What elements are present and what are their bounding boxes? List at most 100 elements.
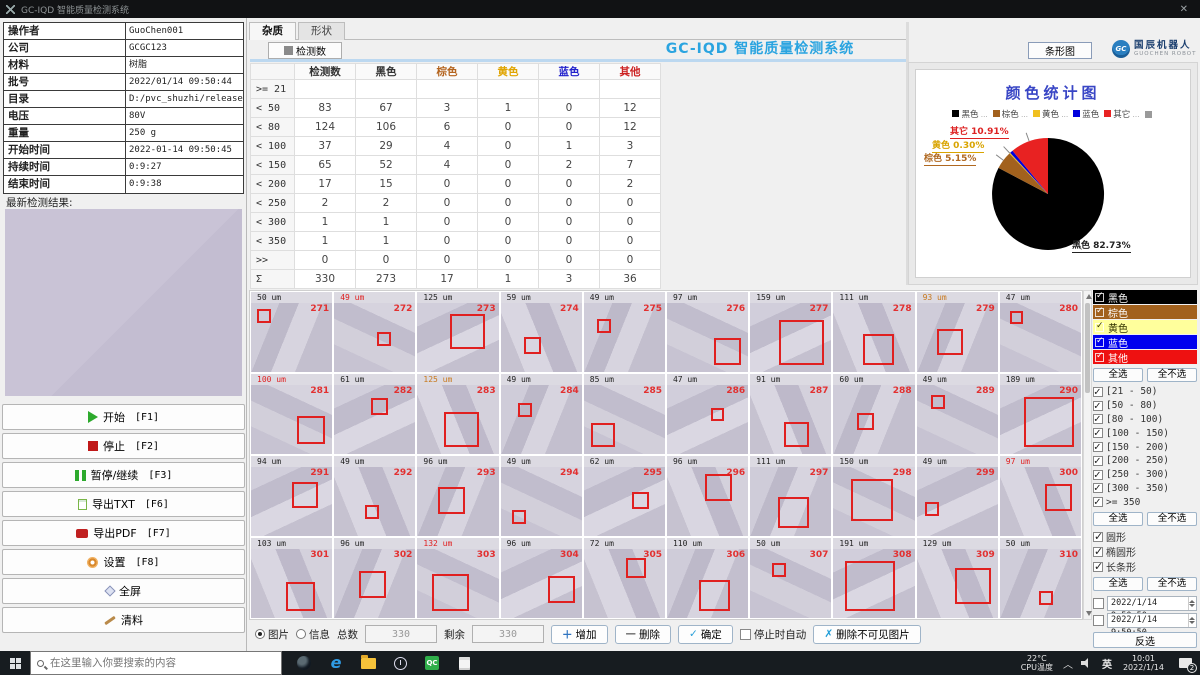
select-none-button[interactable]: 全不选 — [1147, 577, 1197, 591]
clock-app-icon[interactable] — [384, 651, 416, 675]
grid-tile[interactable]: 49 um275 — [584, 292, 665, 372]
invert-selection-button[interactable]: 反选 — [1093, 632, 1197, 648]
scrollbar-thumb[interactable] — [1085, 303, 1090, 393]
notepad-app-icon[interactable] — [448, 651, 480, 675]
color-filter-4[interactable]: 其他 — [1093, 350, 1197, 364]
grid-tile[interactable]: 85 um285 — [584, 374, 665, 454]
color-filter-3[interactable]: 蓝色 — [1093, 335, 1197, 349]
size-filter-6[interactable]: [250 - 300) — [1093, 468, 1197, 482]
browser-app-icon[interactable] — [288, 651, 320, 675]
shape-filter-0[interactable]: 圆形 — [1093, 529, 1197, 544]
grid-tile[interactable]: 111 um278 — [833, 292, 914, 372]
start-button[interactable] — [0, 651, 30, 675]
info-radio[interactable]: 信息 — [296, 627, 330, 642]
grid-tile[interactable]: 111 um297 — [750, 456, 831, 536]
cpu-temp-indicator[interactable]: 22°CCPU温度 — [1015, 654, 1059, 672]
grid-tile[interactable]: 50 um307 — [750, 538, 831, 618]
color-filter-0[interactable]: 黑色 — [1093, 290, 1197, 304]
grid-tile[interactable]: 49 um284 — [501, 374, 582, 454]
grid-tile[interactable]: 189 um290 — [1000, 374, 1081, 454]
grid-tile[interactable]: 191 um308 — [833, 538, 914, 618]
grid-tile[interactable]: 110 um306 — [667, 538, 748, 618]
size-filter-5[interactable]: [200 - 250) — [1093, 454, 1197, 468]
grid-tile[interactable]: 61 um282 — [334, 374, 415, 454]
window-close-button[interactable]: ✕ — [1174, 4, 1194, 15]
action-button-3[interactable]: 导出TXT[F6] — [2, 491, 245, 517]
size-filter-8[interactable]: >= 350 — [1093, 495, 1197, 509]
grid-tile[interactable]: 62 um295 — [584, 456, 665, 536]
size-filter-1[interactable]: [50 - 80) — [1093, 399, 1197, 413]
file-explorer-icon[interactable] — [352, 651, 384, 675]
select-none-button[interactable]: 全不选 — [1147, 368, 1197, 382]
grid-tile[interactable]: 125 um283 — [417, 374, 498, 454]
total-input[interactable] — [365, 625, 437, 643]
spinner-icon[interactable] — [1188, 614, 1196, 627]
delete-button[interactable]: —删除 — [615, 625, 672, 644]
action-button-2[interactable]: 暂停/继续[F3] — [2, 462, 245, 488]
size-filter-3[interactable]: [100 - 150) — [1093, 426, 1197, 440]
shape-filter-2[interactable]: 长条形 — [1093, 559, 1197, 574]
color-filter-2[interactable]: 黄色 — [1093, 320, 1197, 334]
grid-tile[interactable]: 47 um286 — [667, 374, 748, 454]
grid-tile[interactable]: 150 um298 — [833, 456, 914, 536]
grid-tile[interactable]: 129 um309 — [917, 538, 998, 618]
action-button-6[interactable]: 全屏 — [2, 578, 245, 604]
grid-tile[interactable]: 96 um304 — [501, 538, 582, 618]
action-button-5[interactable]: 设置[F8] — [2, 549, 245, 575]
delete-invisible-button[interactable]: ✗删除不可见图片 — [813, 625, 920, 644]
tab-shape[interactable]: 形状 — [298, 22, 345, 40]
grid-tile[interactable]: 91 um287 — [750, 374, 831, 454]
grid-tile[interactable]: 49 um289 — [917, 374, 998, 454]
grid-tile[interactable]: 49 um292 — [334, 456, 415, 536]
notification-center[interactable]: 2 — [1170, 651, 1200, 675]
spin-up-icon[interactable] — [1189, 600, 1195, 603]
grid-tile[interactable]: 59 um274 — [501, 292, 582, 372]
shape-filter-1[interactable]: 椭圆形 — [1093, 544, 1197, 559]
checkbox-icon[interactable] — [1093, 615, 1104, 626]
size-filter-2[interactable]: [80 - 100) — [1093, 413, 1197, 427]
size-filter-0[interactable]: [21 - 50) — [1093, 385, 1197, 399]
scroll-down-icon[interactable] — [1086, 611, 1092, 616]
scroll-up-icon[interactable] — [1086, 294, 1092, 299]
start-detect-button[interactable]: 开始[F1] — [2, 404, 245, 430]
select-all-button[interactable]: 全选 — [1093, 577, 1143, 591]
action-button-7[interactable]: 清料 — [2, 607, 245, 633]
grid-tile[interactable]: 50 um271 — [251, 292, 332, 372]
remaining-input[interactable] — [472, 625, 544, 643]
spin-up-icon[interactable] — [1189, 617, 1195, 620]
search-input[interactable] — [50, 657, 275, 669]
grid-tile[interactable]: 72 um305 — [584, 538, 665, 618]
grid-tile[interactable]: 97 um300 — [1000, 456, 1081, 536]
grid-tile[interactable]: 96 um302 — [334, 538, 415, 618]
grid-tile[interactable]: 50 um310 — [1000, 538, 1081, 618]
input-language-indicator[interactable]: 英 — [1097, 656, 1117, 671]
grid-tile[interactable]: 125 um273 — [417, 292, 498, 372]
action-button-1[interactable]: 停止[F2] — [2, 433, 245, 459]
clock-datetime[interactable]: 10:012022/1/14 — [1117, 654, 1170, 672]
select-all-button[interactable]: 全选 — [1093, 368, 1143, 382]
select-none-button[interactable]: 全不选 — [1147, 512, 1197, 526]
edge-app-icon[interactable]: e — [320, 651, 352, 675]
grid-tile[interactable]: 49 um294 — [501, 456, 582, 536]
taskbar-search[interactable] — [30, 651, 282, 675]
grid-tile[interactable]: 60 um288 — [833, 374, 914, 454]
grid-tile[interactable]: 47 um280 — [1000, 292, 1081, 372]
select-all-button[interactable]: 全选 — [1093, 512, 1143, 526]
grid-tile[interactable]: 159 um277 — [750, 292, 831, 372]
tab-impurity[interactable]: 杂质 — [249, 22, 296, 40]
grid-scrollbar[interactable] — [1083, 290, 1092, 620]
confirm-button[interactable]: ✓确定 — [678, 625, 733, 644]
grid-tile[interactable]: 49 um272 — [334, 292, 415, 372]
grid-tile[interactable]: 100 um281 — [251, 374, 332, 454]
grid-tile[interactable]: 93 um279 — [917, 292, 998, 372]
add-button[interactable]: ＋增加 — [551, 625, 608, 644]
spin-down-icon[interactable] — [1189, 604, 1195, 607]
spinner-icon[interactable] — [1188, 597, 1196, 610]
action-button-4[interactable]: 导出PDF[F7] — [2, 520, 245, 546]
tray-expand-chevron[interactable]: ︿ — [1059, 656, 1077, 671]
grid-tile[interactable]: 103 um301 — [251, 538, 332, 618]
grid-tile[interactable]: 96 um296 — [667, 456, 748, 536]
grid-tile[interactable]: 97 um276 — [667, 292, 748, 372]
spin-down-icon[interactable] — [1189, 621, 1195, 624]
grid-tile[interactable]: 96 um293 — [417, 456, 498, 536]
